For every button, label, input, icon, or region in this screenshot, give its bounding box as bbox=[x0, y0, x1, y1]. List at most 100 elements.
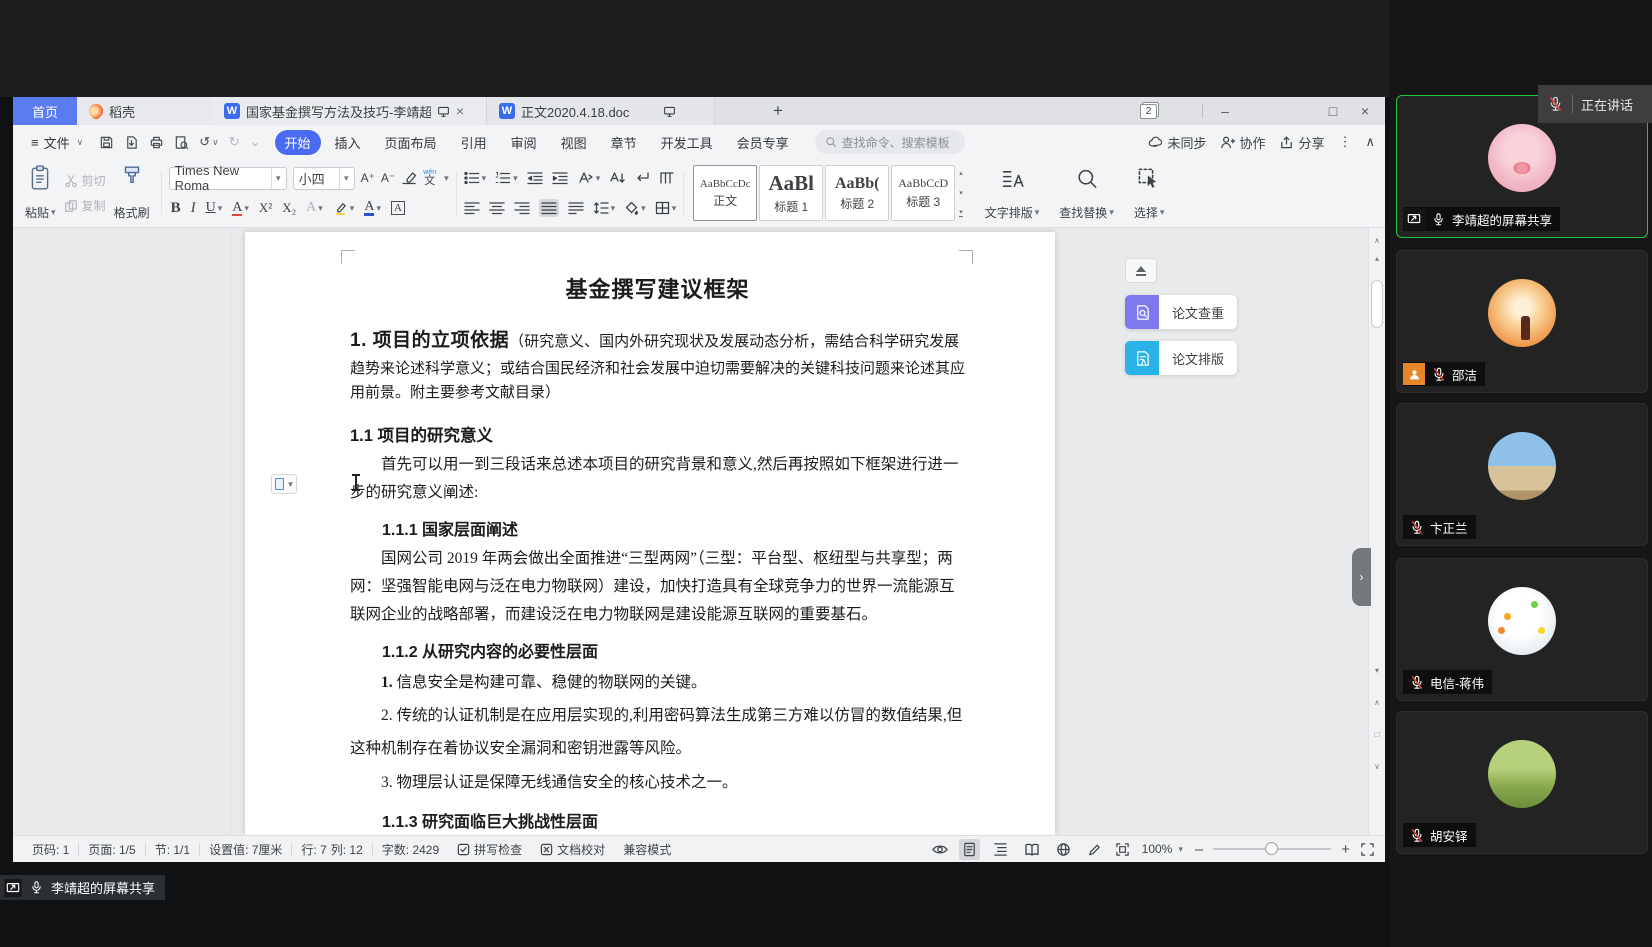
clear-format-icon[interactable] bbox=[401, 170, 417, 186]
menu-item-insert[interactable]: 插入 bbox=[325, 130, 371, 155]
cut-button[interactable]: 剪切 bbox=[64, 172, 106, 189]
participant-tile[interactable]: 邵洁 bbox=[1396, 250, 1648, 393]
scroll-down-icon[interactable]: ▾ bbox=[1369, 666, 1385, 675]
tab-document-2[interactable]: W 正文2020.4.18.doc bbox=[487, 97, 715, 125]
status-page-count[interactable]: 页面: 1/5 bbox=[79, 841, 144, 858]
font-color-button[interactable]: A▾ bbox=[364, 200, 381, 216]
increase-font-button[interactable]: A⁺ bbox=[361, 171, 375, 185]
collaborate-button[interactable]: 协作 bbox=[1220, 133, 1265, 152]
strikethrough-button[interactable]: A▾ bbox=[232, 201, 249, 216]
tab-docer[interactable]: 稻壳 bbox=[77, 97, 212, 125]
quick-access-more-icon[interactable]: ⌄ bbox=[250, 134, 261, 150]
paper-format-button[interactable]: 论文排版 bbox=[1125, 341, 1237, 375]
menu-item-page-layout[interactable]: 页面布局 bbox=[375, 130, 447, 155]
line-spacing-button[interactable]: ▾ bbox=[593, 201, 616, 215]
ink-mode-button[interactable] bbox=[1084, 839, 1105, 860]
format-painter-button[interactable]: 格式刷 bbox=[110, 162, 154, 224]
zoom-slider[interactable] bbox=[1213, 848, 1331, 850]
style-normal[interactable]: AaBbCcDc 正文 bbox=[693, 165, 757, 221]
previous-page-icon[interactable]: ∧ bbox=[1369, 698, 1385, 707]
menu-item-member[interactable]: 会员专享 bbox=[727, 130, 799, 155]
styles-scroll-up-icon[interactable]: ▴ bbox=[959, 169, 963, 177]
style-heading-3[interactable]: AaBbCcD 标题 3 bbox=[891, 165, 955, 221]
text-direction-button[interactable]: ▾ bbox=[577, 171, 601, 185]
bullet-list-button[interactable]: ▾ bbox=[464, 171, 487, 185]
superscript-button[interactable]: X² bbox=[259, 200, 272, 216]
shading-button[interactable]: ▾ bbox=[624, 201, 646, 215]
window-count-badge[interactable]: 2 bbox=[1140, 104, 1157, 119]
decrease-indent-icon[interactable] bbox=[527, 171, 543, 185]
more-vertical-icon[interactable]: ⋮ bbox=[1338, 134, 1351, 150]
next-page-icon[interactable]: ∨ bbox=[1369, 762, 1385, 771]
status-setting[interactable]: 设置值: 7厘米 bbox=[200, 841, 291, 858]
styles-more-icon[interactable]: ▾ bbox=[959, 208, 963, 217]
align-center-icon[interactable] bbox=[489, 201, 505, 215]
menu-item-section[interactable]: 章节 bbox=[601, 130, 647, 155]
scrollbar-thumb[interactable] bbox=[1371, 280, 1383, 328]
menu-item-dev-tools[interactable]: 开发工具 bbox=[651, 130, 723, 155]
proofread-button[interactable]: 文档校对 bbox=[531, 841, 614, 858]
zoom-out-button[interactable]: – bbox=[1195, 841, 1203, 858]
subscript-button[interactable]: X₂ bbox=[282, 200, 296, 216]
account-avatar[interactable] bbox=[1169, 101, 1190, 122]
line-break-icon[interactable] bbox=[634, 171, 650, 185]
font-name-select[interactable]: Times New Roma ▾ bbox=[169, 167, 287, 190]
read-mode-button[interactable] bbox=[1021, 839, 1043, 860]
export-icon[interactable] bbox=[124, 135, 139, 150]
file-menu-button[interactable]: ≡ 文件 ∨ bbox=[23, 133, 91, 152]
highlight-button[interactable]: ▾ bbox=[333, 201, 355, 216]
underline-button[interactable]: U▾ bbox=[206, 200, 223, 216]
paper-check-button[interactable]: 论文查重 bbox=[1125, 295, 1237, 329]
style-heading-1[interactable]: AaBl 标题 1 bbox=[759, 165, 823, 221]
columns-icon[interactable] bbox=[659, 171, 675, 185]
print-preview-icon[interactable] bbox=[174, 135, 189, 150]
scroll-top-icon[interactable]: ∧ bbox=[1369, 236, 1385, 245]
browse-object-icon[interactable]: □ bbox=[1369, 730, 1385, 739]
text-layout-button[interactable]: 文字排版▾ bbox=[977, 162, 1048, 224]
spell-check-button[interactable]: 拼写检查 bbox=[448, 841, 531, 858]
numbered-list-button[interactable]: ▾ bbox=[495, 171, 518, 185]
menu-item-review[interactable]: 审阅 bbox=[501, 130, 547, 155]
zoom-slider-knob[interactable] bbox=[1265, 842, 1278, 855]
maximize-button[interactable]: □ bbox=[1323, 103, 1343, 119]
eye-protect-icon[interactable] bbox=[931, 842, 949, 857]
style-heading-2[interactable]: AaBb( 标题 2 bbox=[825, 165, 889, 221]
web-view-button[interactable] bbox=[1053, 839, 1074, 860]
vertical-scrollbar[interactable]: ∧ ▴ ▾ ∧ □ ∨ bbox=[1368, 228, 1385, 835]
status-page-number[interactable]: 页码: 1 bbox=[23, 841, 78, 858]
participant-tile[interactable]: 卞正兰 bbox=[1396, 403, 1648, 546]
collapse-tools-button[interactable] bbox=[1125, 258, 1157, 283]
bold-button[interactable]: B bbox=[171, 200, 181, 217]
increase-indent-icon[interactable] bbox=[552, 171, 568, 185]
scroll-up-icon[interactable]: ▴ bbox=[1369, 254, 1385, 263]
distribute-icon[interactable] bbox=[568, 201, 584, 215]
status-section[interactable]: 节: 1/1 bbox=[146, 841, 199, 858]
outline-view-button[interactable] bbox=[990, 839, 1011, 860]
align-right-icon[interactable] bbox=[514, 201, 530, 215]
text-effects-button[interactable]: A▾ bbox=[306, 200, 323, 216]
sync-status-button[interactable]: 未同步 bbox=[1147, 133, 1206, 152]
redo-button[interactable]: ↻ bbox=[229, 134, 240, 150]
zoom-level-button[interactable]: 100% ▾ bbox=[1140, 842, 1185, 856]
save-icon[interactable] bbox=[99, 135, 114, 150]
borders-button[interactable]: ▾ bbox=[655, 201, 677, 215]
collapse-ribbon-icon[interactable]: ∧ bbox=[1365, 134, 1375, 150]
close-tab-icon[interactable]: × bbox=[456, 103, 464, 119]
undo-button[interactable]: ↺∨ bbox=[199, 134, 219, 150]
command-search-input[interactable]: 查找命令、搜索模板 bbox=[815, 130, 965, 154]
paragraph-sort-icon[interactable] bbox=[609, 171, 625, 185]
find-replace-button[interactable]: 查找替换▾ bbox=[1051, 162, 1122, 224]
close-button[interactable]: × bbox=[1355, 103, 1375, 119]
copy-button[interactable]: 复制 bbox=[64, 197, 106, 214]
styles-scroll-down-icon[interactable]: ▾ bbox=[959, 189, 963, 197]
print-icon[interactable] bbox=[149, 135, 164, 150]
minimize-button[interactable]: – bbox=[1215, 103, 1235, 119]
fit-page-icon[interactable] bbox=[1115, 842, 1130, 857]
pinyin-guide-button[interactable]: wén 文 bbox=[423, 169, 436, 187]
decrease-font-button[interactable]: A⁻ bbox=[381, 171, 395, 185]
char-border-button[interactable]: A bbox=[391, 201, 405, 215]
tab-home[interactable]: 首页 bbox=[13, 97, 77, 125]
font-size-select[interactable]: 小四 ▾ bbox=[293, 167, 355, 190]
status-word-count[interactable]: 字数: 2429 bbox=[373, 841, 448, 858]
zoom-in-button[interactable]: + bbox=[1341, 841, 1350, 858]
